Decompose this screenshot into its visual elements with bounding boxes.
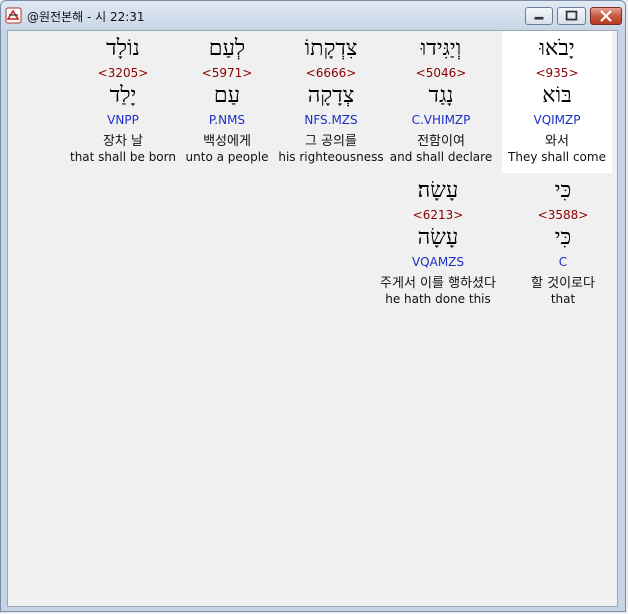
parsing-code: VQAMZS bbox=[411, 255, 465, 269]
maximize-button[interactable] bbox=[557, 7, 586, 25]
english-gloss: that shall be born bbox=[70, 150, 176, 164]
strong-number[interactable]: <935> bbox=[502, 66, 612, 80]
korean-gloss: 와서 bbox=[545, 134, 569, 149]
hebrew-root: צְדָקָה bbox=[307, 83, 355, 108]
parsing-code: C.VHIMZP bbox=[411, 113, 471, 127]
close-button[interactable] bbox=[590, 7, 622, 25]
english-gloss: and shall declare bbox=[389, 150, 493, 164]
minimize-icon bbox=[534, 16, 544, 20]
korean-gloss: 주게서 이를 행하셨다 bbox=[380, 276, 496, 291]
parsing-code: P.NMS bbox=[208, 113, 246, 127]
bible-app-icon[interactable] bbox=[5, 7, 22, 24]
maximize-icon bbox=[565, 10, 578, 21]
english-gloss: unto a people bbox=[185, 150, 269, 164]
hebrew-word: לְעַם bbox=[208, 36, 246, 61]
strong-number[interactable]: <3205> bbox=[68, 66, 178, 80]
strong-number[interactable]: <6213> bbox=[358, 208, 518, 222]
word-cell[interactable]: לְעַם <5971> עַם P.NMS 백성에게 unto a peopl… bbox=[172, 31, 282, 173]
hebrew-word: צִדְקָתוֹ bbox=[304, 36, 358, 61]
english-gloss: his righteousness bbox=[278, 150, 384, 164]
korean-gloss: 백성에게 bbox=[203, 134, 251, 149]
strong-number[interactable]: <3588> bbox=[508, 208, 618, 222]
app-window: @원전본해 - 시 22:31 יָבֹאוּ <935> בּוֹא VQIM… bbox=[0, 0, 626, 612]
word-cell[interactable]: כִּי <3588> כִּי C 할 것이로다 that bbox=[508, 173, 618, 315]
strong-number[interactable]: <5046> bbox=[386, 66, 496, 80]
hebrew-root: נָגַד bbox=[428, 83, 454, 108]
korean-gloss: 할 것이로다 bbox=[531, 276, 595, 291]
hebrew-word: עָשָׂה׃ bbox=[417, 178, 459, 203]
window-title: @원전본해 - 시 22:31 bbox=[27, 10, 145, 24]
word-cell[interactable]: צִדְקָתוֹ <6666> צְדָקָה NFS.MZS 그 공의를 h… bbox=[276, 31, 386, 173]
parsing-code: C bbox=[558, 255, 568, 269]
hebrew-root: בּוֹא bbox=[542, 83, 572, 108]
hebrew-root: כִּי bbox=[554, 225, 572, 250]
strong-number[interactable]: <5971> bbox=[172, 66, 282, 80]
english-gloss: he hath done this bbox=[385, 292, 491, 306]
title-bar[interactable]: @원전본해 - 시 22:31 bbox=[1, 1, 625, 31]
hebrew-word: יָבֹאוּ bbox=[539, 36, 575, 61]
english-gloss: that bbox=[550, 292, 576, 306]
close-icon bbox=[600, 10, 612, 22]
strong-number[interactable]: <6666> bbox=[276, 66, 386, 80]
korean-gloss: 그 공의를 bbox=[305, 134, 357, 149]
hebrew-word: נוֹלָד bbox=[106, 36, 140, 61]
hebrew-root: יָלַד bbox=[109, 83, 137, 108]
korean-gloss: 전함이여 bbox=[417, 134, 465, 149]
word-cell[interactable]: עָשָׂה׃ <6213> עָשָׂה VQAMZS 주게서 이를 행하셨다… bbox=[358, 173, 518, 315]
parsing-code: NFS.MZS bbox=[304, 113, 358, 127]
hebrew-root: עָשָׂה bbox=[417, 225, 459, 250]
korean-gloss: 장차 날 bbox=[102, 134, 143, 149]
interlinear-view: יָבֹאוּ <935> בּוֹא VQIMZP 와서 They shall… bbox=[7, 30, 618, 607]
hebrew-word: כִּי bbox=[554, 178, 572, 203]
word-cell[interactable]: יָבֹאוּ <935> בּוֹא VQIMZP 와서 They shall… bbox=[502, 31, 612, 173]
hebrew-root: עַם bbox=[213, 83, 241, 108]
parsing-code: VNPP bbox=[107, 113, 139, 127]
minimize-button[interactable] bbox=[525, 7, 553, 25]
word-cell[interactable]: וְיַגִּידוּ <5046> נָגַד C.VHIMZP 전함이여 a… bbox=[386, 31, 496, 173]
english-gloss: They shall come bbox=[508, 150, 606, 164]
hebrew-word: וְיַגִּידוּ bbox=[420, 36, 462, 61]
parsing-code: VQIMZP bbox=[533, 113, 581, 127]
word-cell[interactable]: נוֹלָד <3205> יָלַד VNPP 장차 날 that shall… bbox=[68, 31, 178, 173]
